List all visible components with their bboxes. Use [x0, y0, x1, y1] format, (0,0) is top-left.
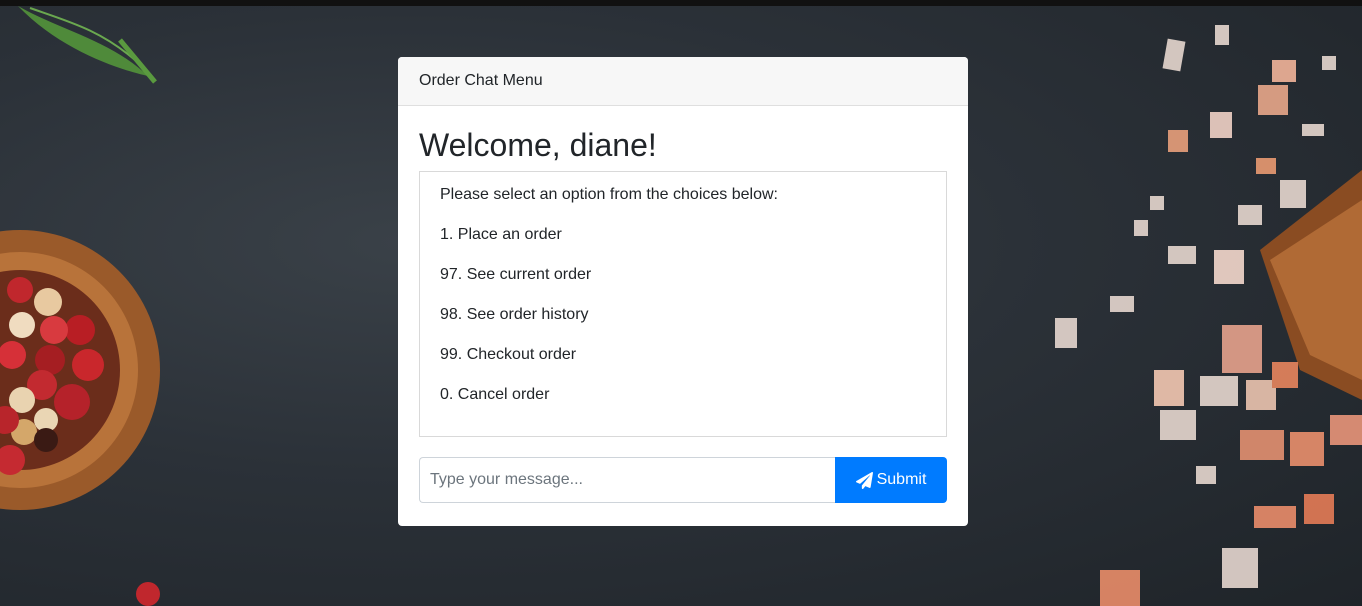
card-header: Order Chat Menu [398, 57, 968, 106]
chat-message: 97. See current order [440, 266, 592, 283]
message-input[interactable] [419, 457, 835, 503]
basil-leaf [18, 6, 148, 76]
order-chat-card: Order Chat Menu Welcome, diane! Please s… [398, 57, 968, 526]
chat-message: 99. Checkout order [440, 346, 577, 363]
chat-message: Please select an option from the choices… [440, 186, 778, 203]
submit-button[interactable]: Submit [835, 457, 947, 503]
chat-message: 98. See order history [440, 306, 589, 323]
paper-plane-icon [855, 471, 873, 489]
chat-message: 1. Place an order [440, 226, 562, 243]
submit-label: Submit [876, 471, 927, 488]
welcome-heading: Welcome, diane! [419, 127, 657, 163]
card-body: Welcome, diane! Please select an option … [398, 128, 968, 503]
chat-messages-box[interactable]: Please select an option from the choices… [419, 171, 947, 437]
message-input-group: Submit [419, 457, 947, 503]
chat-message: 0. Cancel order [440, 386, 550, 403]
